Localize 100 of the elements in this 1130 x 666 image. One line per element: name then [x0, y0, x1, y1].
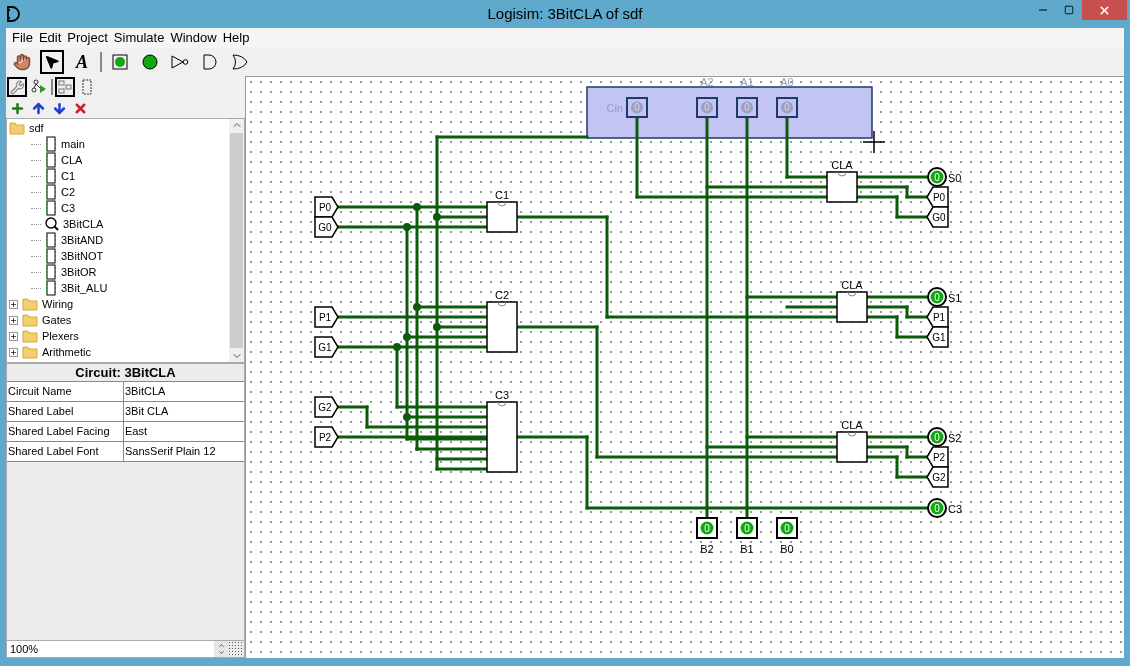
tunnel[interactable]: G2: [314, 396, 339, 418]
tree-item[interactable]: 3Bit_ALU: [61, 279, 108, 297]
pin-label: Cin: [606, 102, 623, 114]
pin-label: A0: [780, 77, 794, 88]
text-tool-label: A: [76, 53, 88, 71]
zoom-field[interactable]: 100%: [7, 641, 214, 657]
junction-dot: [403, 333, 411, 341]
tree-item[interactable]: 3BitOR: [61, 263, 97, 281]
junction-dot: [403, 413, 411, 421]
folder-icon: [22, 297, 38, 311]
move-down-button[interactable]: [52, 100, 67, 116]
not-gate-icon: [171, 55, 189, 69]
subcircuit-block[interactable]: [836, 291, 868, 323]
circuit-icon: [45, 136, 57, 152]
folder-icon: [22, 345, 38, 359]
tunnel[interactable]: P1: [314, 306, 339, 328]
crosshair-cursor-icon: [862, 130, 886, 154]
tree-item[interactable]: main: [61, 135, 85, 153]
wrench-icon: [9, 79, 25, 95]
property-value[interactable]: 3Bit CLA: [124, 402, 244, 421]
tree-item[interactable]: 3BitCLA: [63, 215, 104, 233]
property-value[interactable]: East: [124, 422, 244, 441]
maximize-icon: [1064, 5, 1074, 15]
menu-item[interactable]: File: [9, 28, 36, 48]
menu-item[interactable]: Project: [64, 28, 111, 48]
simulation-tree-icon: [31, 79, 47, 95]
tunnel[interactable]: G0: [926, 206, 949, 228]
properties-title: Circuit: 3BitCLA: [74, 364, 177, 381]
subcircuit-block[interactable]: [826, 171, 858, 203]
input-pin-icon: [112, 54, 128, 70]
pin-label: B2: [700, 543, 714, 555]
circuit-icon: [45, 264, 57, 280]
pin-label: S0: [948, 172, 962, 184]
expand-toggle[interactable]: [9, 331, 18, 341]
menu-item[interactable]: Simulate: [110, 28, 168, 48]
expand-toggle[interactable]: [9, 347, 18, 357]
tree-item[interactable]: sdf: [29, 119, 44, 137]
tree-item[interactable]: CLA: [61, 151, 83, 169]
tree-item[interactable]: 3BitAND: [61, 231, 104, 249]
expand-toggle[interactable]: [9, 299, 18, 309]
subcircuit-block[interactable]: [486, 301, 518, 353]
menu-item[interactable]: Window: [167, 28, 220, 48]
subcircuit-label: C3: [494, 389, 510, 401]
pin-label: S2: [948, 432, 962, 444]
tree-item[interactable]: Plexers: [42, 327, 79, 345]
grid-toggle-icon[interactable]: [228, 641, 244, 657]
junction-dot: [433, 213, 441, 221]
subcircuit-label: C2: [494, 289, 510, 301]
tool-button[interactable]: A: [70, 50, 94, 74]
tunnel[interactable]: P0: [926, 186, 949, 208]
magnifier-icon: [45, 216, 59, 232]
subcircuit-block[interactable]: [486, 401, 518, 473]
tree-item[interactable]: C1: [61, 167, 76, 185]
pin-label: C3: [948, 503, 963, 515]
hand-icon: [13, 53, 31, 71]
window-title: Logisim: 3BitCLA of sdf: [487, 3, 643, 24]
move-up-button[interactable]: [31, 100, 46, 116]
expand-toggle[interactable]: [9, 315, 18, 325]
tree-item[interactable]: Arithmetic: [42, 343, 91, 361]
subcircuit-label: CLA: [841, 279, 863, 291]
output-pin-icon: [142, 54, 158, 70]
menu-item[interactable]: Edit: [35, 28, 65, 48]
tree-item[interactable]: C2: [61, 183, 76, 201]
tree-item[interactable]: C3: [61, 199, 76, 217]
app-logo-icon: [7, 6, 21, 22]
subcircuit-label: C1: [494, 189, 510, 201]
tunnel[interactable]: G1: [926, 326, 949, 348]
pointer-icon: [44, 54, 60, 70]
property-value[interactable]: SansSerif Plain 12: [124, 442, 244, 461]
tunnel[interactable]: P2: [926, 446, 949, 468]
junction-dot: [413, 303, 421, 311]
subcircuit-block[interactable]: [836, 431, 868, 463]
tunnel[interactable]: G1: [314, 336, 339, 358]
pin-label: A2: [700, 77, 714, 88]
subcircuit-block[interactable]: [486, 201, 518, 233]
junction-dot: [413, 203, 421, 211]
explorer-tab[interactable]: [55, 77, 75, 97]
delete-button[interactable]: [73, 100, 88, 116]
explorer-tab[interactable]: [7, 77, 27, 97]
tool-button[interactable]: [40, 50, 64, 74]
add-button[interactable]: [10, 100, 25, 116]
pin-label: B1: [740, 543, 754, 555]
pin-label: B0: [780, 543, 794, 555]
tunnel[interactable]: P2: [314, 426, 339, 448]
tunnel[interactable]: G2: [926, 466, 949, 488]
folder-icon: [22, 313, 38, 327]
pin-label: A1: [740, 77, 754, 88]
and-gate-icon: [203, 54, 217, 70]
tunnel[interactable]: P1: [926, 306, 949, 328]
property-value[interactable]: 3BitCLA: [124, 382, 244, 401]
tunnel[interactable]: G0: [314, 216, 339, 238]
folder-icon: [22, 329, 38, 343]
tree-item[interactable]: Wiring: [42, 295, 74, 313]
circuit-icon: [45, 200, 57, 216]
scrollbar[interactable]: [229, 119, 244, 362]
tree-item[interactable]: Gates: [42, 311, 72, 329]
tunnel[interactable]: P0: [314, 196, 339, 218]
close-button[interactable]: [1082, 0, 1127, 20]
menu-item[interactable]: Help: [219, 28, 253, 48]
tree-item[interactable]: 3BitNOT: [61, 247, 104, 265]
